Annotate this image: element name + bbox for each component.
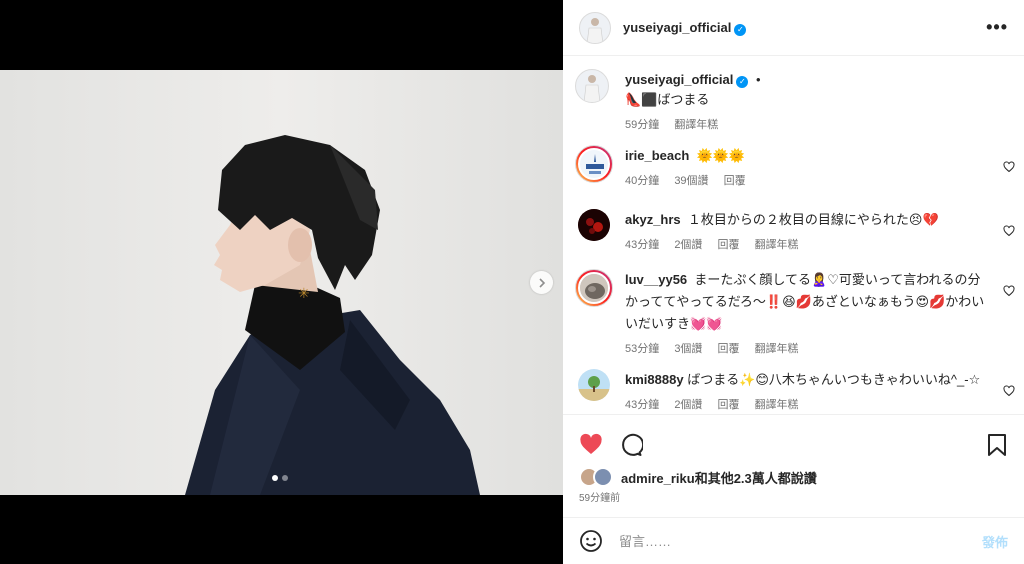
commenter-avatar[interactable] <box>578 209 610 241</box>
comment-translate-link[interactable]: 翻譯年糕 <box>755 343 799 355</box>
comment-icon[interactable] <box>619 433 643 457</box>
comment-time[interactable]: 40分鐘 <box>625 175 659 187</box>
comment-reply-button[interactable]: 回覆 <box>718 343 740 355</box>
liker-avatars <box>579 467 617 487</box>
comment-username[interactable]: luv__yy56 <box>625 272 687 287</box>
add-comment-bar: 發佈 <box>563 517 1024 564</box>
like-comment-icon[interactable] <box>1003 285 1015 297</box>
like-comment-icon[interactable] <box>1003 385 1015 397</box>
next-photo-button[interactable] <box>530 271 553 294</box>
bookmark-icon[interactable] <box>986 433 1008 457</box>
post-photo[interactable]: ✳ <box>0 70 563 495</box>
post-timestamp[interactable]: 59分鐘前 <box>563 487 1024 506</box>
comment-item: luv__yy56 まーたぷく顔してる🙎‍♀️♡可愛いって言われるの分かっててや… <box>575 269 1015 365</box>
svg-text:✳: ✳ <box>298 285 310 301</box>
comment-time[interactable]: 43分鐘 <box>625 399 659 411</box>
author-username[interactable]: yuseiyagi_official <box>623 20 731 35</box>
comment-username[interactable]: kmi8888y <box>625 372 684 387</box>
commenter-avatar[interactable] <box>578 369 610 401</box>
comment-time[interactable]: 53分鐘 <box>625 343 659 355</box>
comment-time[interactable]: 43分鐘 <box>625 239 659 251</box>
caption: yuseiyagi_official ✓ • 👠⬛ばつまる 59分鐘 翻譯年糕 <box>575 69 1015 133</box>
media-pane: ✳ <box>0 0 563 564</box>
caption-time[interactable]: 59分鐘 <box>625 119 659 131</box>
verified-badge-icon: ✓ <box>736 76 749 88</box>
separator-dot: • <box>756 72 761 87</box>
comment-translate-link[interactable]: 翻譯年糕 <box>755 239 799 251</box>
comment-reply-button[interactable]: 回覆 <box>718 239 740 251</box>
comment-item: akyz_hrs １枚目からの２枚目の目線にやられた😣💔 43分鐘 2個讚 回覆… <box>575 209 1015 259</box>
comment-reply-button[interactable]: 回覆 <box>724 175 746 187</box>
instagram-post-modal: ✳ yuseiyagi_official ✓ ••• yuseiyagi_off… <box>0 0 1024 564</box>
comment-item: irie_beach 🌞🌞🌞 40分鐘 39個讚 回覆 <box>575 145 1015 195</box>
comment-likes[interactable]: 39個讚 <box>674 175 708 187</box>
carousel-dot <box>282 475 288 481</box>
post-comment-button[interactable]: 發佈 <box>982 532 1008 551</box>
verified-badge-icon: ✓ <box>734 23 747 36</box>
post-actions: admire_riku和其他2.3萬人都說讚 59分鐘前 <box>563 414 1024 518</box>
comments-list: yuseiyagi_official✓ • 👠⬛ばつまる 59分鐘 翻譯年糕 <box>563 57 1024 414</box>
liker-avatar <box>593 467 613 487</box>
carousel-dot-active <box>272 475 278 481</box>
emoji-icon[interactable] <box>579 529 603 553</box>
like-heart-icon[interactable] <box>579 433 603 457</box>
comment-reply-button[interactable]: 回覆 <box>718 399 740 411</box>
commenter-avatar[interactable] <box>575 145 613 183</box>
caption-username[interactable]: yuseiyagi_official <box>625 72 733 87</box>
like-comment-icon[interactable] <box>1003 161 1015 173</box>
comment-translate-link[interactable]: 翻譯年糕 <box>755 399 799 411</box>
comment-username[interactable]: akyz_hrs <box>625 212 681 227</box>
caption-avatar[interactable] <box>575 69 609 103</box>
likes-summary[interactable]: admire_riku和其他2.3萬人都說讚 <box>563 463 1024 487</box>
post-side-panel: yuseiyagi_official ✓ ••• yuseiyagi_offici… <box>563 0 1024 564</box>
likes-text[interactable]: admire_riku和其他2.3萬人都說讚 <box>621 468 817 487</box>
author-avatar[interactable] <box>579 11 611 44</box>
comment-likes[interactable]: 3個讚 <box>674 343 702 355</box>
caption-translate-link[interactable]: 翻譯年糕 <box>674 119 718 131</box>
like-comment-icon[interactable] <box>1003 225 1015 237</box>
comment-text: ばつまる✨😊八木ちゃんいつもきゃわいいね^_-☆ <box>687 372 981 387</box>
comment-text: １枚目からの２枚目の目線にやられた😣💔 <box>687 212 939 227</box>
comment-likes[interactable]: 2個讚 <box>674 239 702 251</box>
comment-input[interactable] <box>619 533 982 549</box>
comment-text: 🌞🌞🌞 <box>696 148 746 163</box>
caption-meta: 59分鐘 翻譯年糕 <box>625 114 985 136</box>
comment-username[interactable]: irie_beach <box>625 148 689 163</box>
carousel-indicator <box>272 475 288 481</box>
caption-text: 👠⬛ばつまる <box>625 92 710 107</box>
chevron-right-icon <box>538 277 545 288</box>
commenter-avatar[interactable] <box>575 269 613 307</box>
comment-likes[interactable]: 2個讚 <box>674 399 702 411</box>
post-header: yuseiyagi_official ✓ ••• <box>563 0 1024 56</box>
comment-item: kmi8888y ばつまる✨😊八木ちゃんいつもきゃわいいね^_-☆ 43分鐘 2… <box>575 369 1015 414</box>
more-options-icon[interactable]: ••• <box>986 17 1008 38</box>
